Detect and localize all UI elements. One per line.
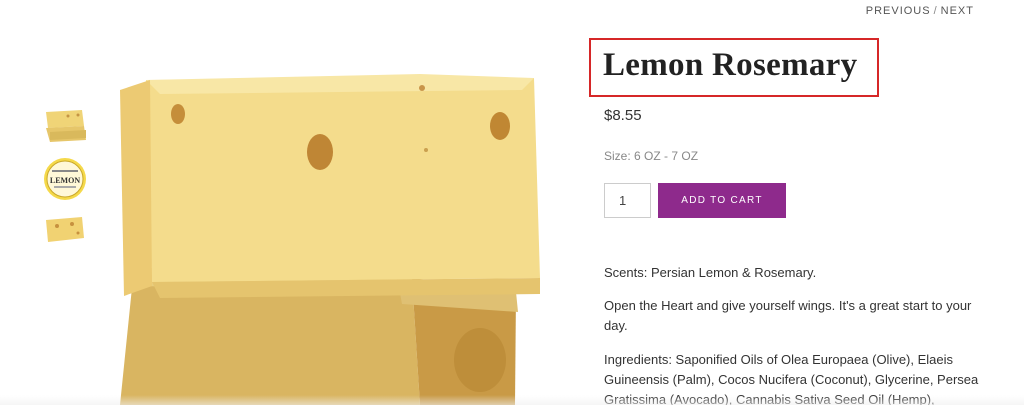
product-size: Size: 6 OZ - 7 OZ: [604, 149, 699, 163]
product-pagination: PREVIOUS / NEXT: [866, 5, 974, 17]
description-tagline: Open the Heart and give yourself wings. …: [604, 298, 972, 333]
previous-link[interactable]: PREVIOUS: [866, 5, 931, 17]
product-price: $8.55: [604, 107, 642, 124]
quantity-input[interactable]: [604, 183, 651, 218]
lemon-label-thumbnail[interactable]: LEMON: [42, 156, 88, 202]
soap-bar-side-thumbnail[interactable]: [42, 208, 88, 254]
thumbnail-gallery: LEMON: [42, 104, 88, 260]
product-main-image[interactable]: [120, 60, 560, 405]
next-link[interactable]: NEXT: [941, 5, 974, 17]
bottom-fade: [0, 395, 1024, 405]
product-title: Lemon Rosemary: [603, 47, 858, 83]
add-to-cart-button[interactable]: ADD TO CART: [658, 183, 786, 218]
pagination-separator: /: [933, 5, 938, 17]
description-scents: Scents: Persian Lemon & Rosemary.: [604, 265, 817, 280]
thumbnail-label: LEMON: [50, 176, 80, 185]
soap-bars-thumbnail[interactable]: [42, 104, 88, 150]
